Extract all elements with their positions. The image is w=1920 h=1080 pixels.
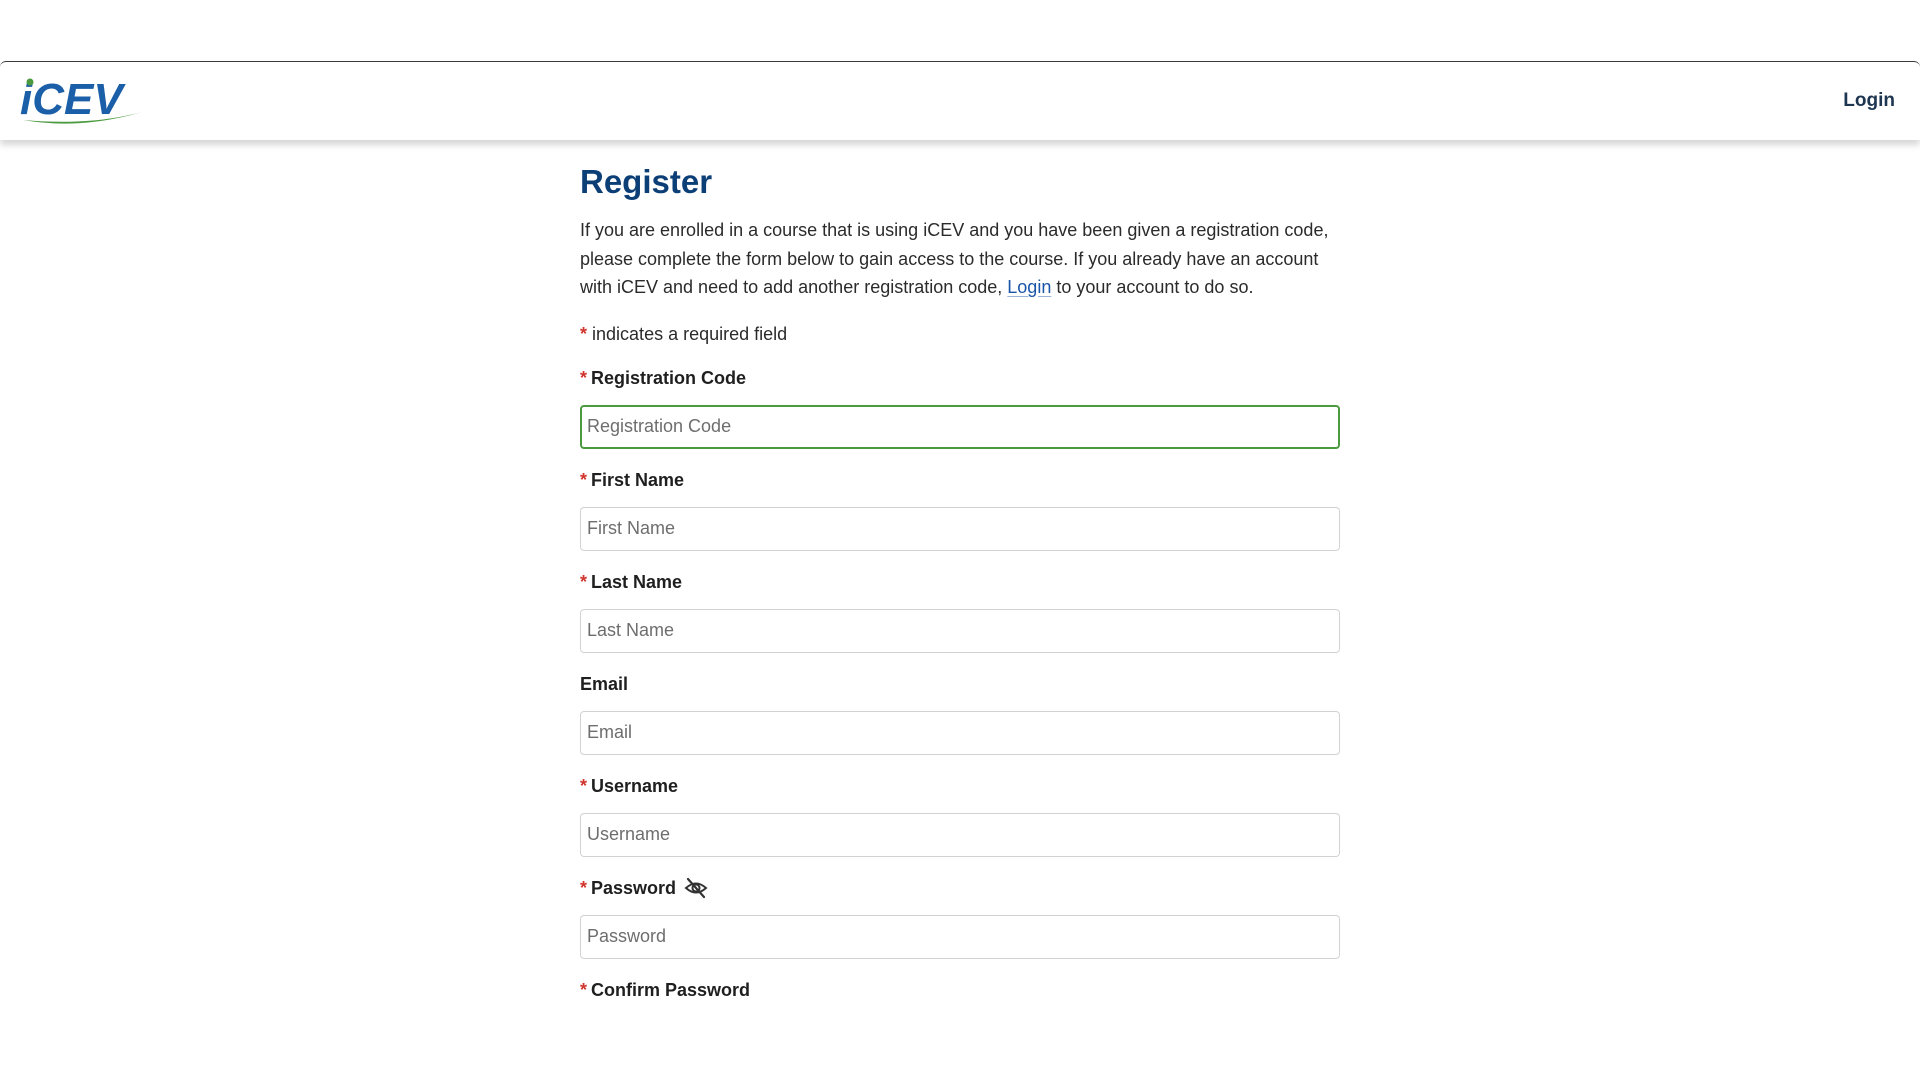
last-name-label-text: Last Name [591,571,683,592]
password-label-text: Password [591,877,677,898]
email-input[interactable] [580,710,1340,755]
password-label: * Password [580,875,1340,901]
last-name-input[interactable] [580,608,1340,653]
username-label-text: Username [591,775,679,796]
required-marker: * [580,469,588,490]
registration-code-input[interactable] [580,404,1340,449]
required-field-note: * indicates a required field [580,321,1340,347]
first-name-label: * First Name [580,467,1340,493]
first-name-input[interactable] [580,506,1340,551]
required-marker: * [580,775,588,796]
confirm-password-label: * Confirm Password [580,977,1340,1003]
username-label: * Username [580,773,1340,799]
required-marker: * [580,367,588,388]
required-marker: * [580,979,588,1000]
top-margin [0,0,1920,61]
intro-paragraph: If you are enrolled in a course that is … [580,216,1340,302]
confirm-password-field: * Confirm Password [580,977,1340,1003]
confirm-password-label-text: Confirm Password [591,979,751,1000]
registration-code-label-text: Registration Code [591,367,747,388]
required-marker: * [580,323,588,344]
icev-logo[interactable]: iCEV [20,74,150,130]
last-name-field: * Last Name [580,569,1340,653]
first-name-label-text: First Name [591,469,685,490]
header-login-link[interactable]: Login [1843,90,1895,112]
first-name-field: * First Name [580,467,1340,551]
password-field: * Password [580,875,1340,959]
required-marker: * [580,877,588,898]
svg-text:iCEV: iCEV [20,75,126,124]
site-header: iCEV Login [0,61,1920,140]
eye-slash-icon[interactable] [684,877,708,899]
intro-text-end: to your account to do so. [1051,277,1254,297]
last-name-label: * Last Name [580,569,1340,595]
required-note-text: indicates a required field [592,323,788,344]
registration-code-label: * Registration Code [580,365,1340,391]
email-field: Email [580,671,1340,755]
intro-login-link[interactable]: Login [1007,277,1051,297]
username-field: * Username [580,773,1340,857]
register-form-container: Register If you are enrolled in a course… [580,160,1340,1003]
username-input[interactable] [580,812,1340,857]
email-label: Email [580,671,1340,697]
page-title: Register [580,163,713,200]
registration-code-field: * Registration Code [580,365,1340,449]
password-input[interactable] [580,914,1340,959]
required-marker: * [580,571,588,592]
email-label-text: Email [580,673,629,694]
